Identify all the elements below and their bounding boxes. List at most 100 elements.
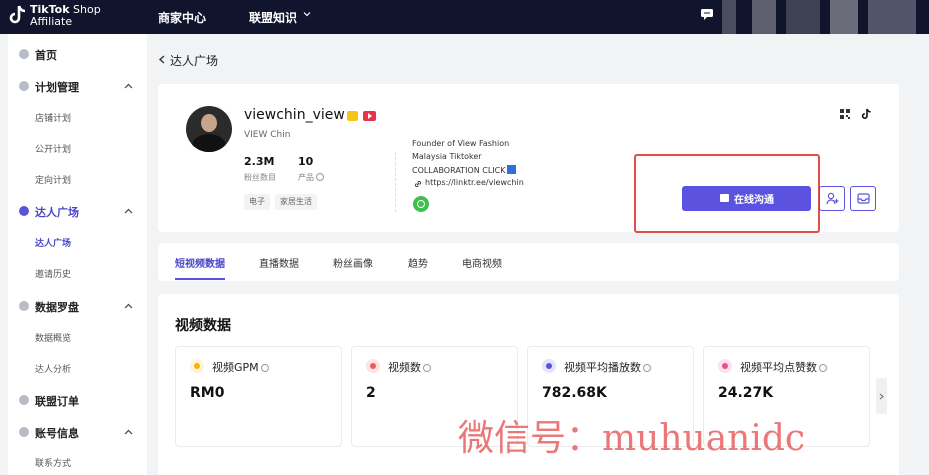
tab-ecommerce-video[interactable]: 电商视频 — [462, 255, 502, 270]
sidebar-item-account-info[interactable]: 账号信息 — [8, 422, 147, 442]
tiktok-icon[interactable] — [861, 108, 872, 120]
video-count-icon — [366, 359, 380, 373]
avatar-head-shape — [201, 114, 217, 132]
help-icon[interactable] — [819, 364, 827, 372]
tab-fan-profile[interactable]: 粉丝画像 — [333, 255, 373, 270]
tab-short-video-data[interactable]: 短视频数据 — [175, 255, 225, 270]
chevron-up-icon[interactable] — [124, 208, 133, 214]
sidebar-item-creator-square[interactable]: 达人广场 — [8, 201, 147, 221]
chevron-up-icon[interactable] — [124, 303, 133, 309]
blurred-user-area — [868, 0, 916, 34]
metric-value: 2 — [366, 385, 376, 401]
metric-label-wrap: 视频GPM — [212, 359, 269, 375]
metric-value: RM0 — [190, 385, 225, 401]
top-nav: TikTok Shop Affiliate 商家中心 联盟知识 — [0, 0, 929, 34]
chevron-down-icon[interactable] — [303, 10, 311, 18]
breadcrumb-label[interactable]: 达人广场 — [170, 52, 218, 69]
sidebar-item-home[interactable]: 首页 — [8, 44, 147, 64]
category-tag: 家居生活 — [275, 194, 317, 210]
divider — [395, 152, 396, 212]
sidebar-sub-store-plan[interactable]: 店铺计划 — [35, 111, 71, 124]
tiktok-shop-affiliate-logo[interactable]: TikTok Shop Affiliate — [8, 3, 108, 29]
live-video-icon — [363, 111, 376, 121]
gpm-icon — [190, 359, 204, 373]
follower-count: 2.3M — [244, 155, 275, 168]
inbox-icon — [857, 193, 870, 204]
sidebar-item-affiliate-orders[interactable]: 联盟订单 — [8, 390, 147, 410]
qr-code-icon[interactable] — [840, 109, 850, 119]
bio-line: Malaysia Tiktoker — [412, 152, 482, 161]
avatar — [186, 106, 232, 152]
metric-label: 视频数 — [388, 361, 421, 374]
nav-affiliate-knowledge[interactable]: 联盟知识 — [249, 9, 297, 26]
whatsapp-icon[interactable] — [413, 196, 429, 212]
chevron-up-icon[interactable] — [124, 429, 133, 435]
metric-label-wrap: 视频平均点赞数 — [740, 359, 827, 375]
nav-seller-center[interactable]: 商家中心 — [158, 9, 206, 26]
sidebar-item-label: 计划管理 — [35, 81, 79, 94]
section-title: 视频数据 — [175, 318, 231, 334]
carousel-next-button[interactable] — [876, 378, 887, 414]
metric-label: 视频平均点赞数 — [740, 361, 817, 374]
blurred-user-area — [752, 0, 776, 34]
sidebar-sub-public-plan[interactable]: 公开计划 — [35, 142, 71, 155]
sidebar-sub-invite-history[interactable]: 邀请历史 — [35, 267, 71, 280]
tiktok-logo-icon — [9, 5, 26, 24]
help-icon[interactable] — [316, 173, 324, 181]
sidebar-sub-creator-analysis[interactable]: 达人分析 — [35, 362, 71, 375]
tab-trend[interactable]: 趋势 — [408, 255, 428, 270]
chevron-right-icon — [879, 393, 884, 400]
chevron-up-icon[interactable] — [124, 83, 133, 89]
blurred-user-area — [722, 0, 736, 34]
online-chat-button[interactable]: 在线沟通 — [682, 186, 811, 211]
tab-live-data[interactable]: 直播数据 — [259, 255, 299, 270]
data-tabs: 短视频数据 直播数据 粉丝画像 趋势 电商视频 — [158, 243, 899, 281]
product-count-label-wrap: 产品 — [298, 172, 324, 183]
avatar-body-shape — [192, 134, 226, 152]
message-icon[interactable] — [701, 9, 713, 20]
product-count-label: 产品 — [298, 173, 314, 182]
add-contact-button[interactable] — [819, 186, 845, 211]
metric-value: 24.27K — [718, 385, 774, 401]
bio-line-wrap: COLLABORATION CLICK — [412, 165, 516, 175]
inbox-button[interactable] — [850, 186, 876, 211]
help-icon[interactable] — [643, 364, 651, 372]
sidebar-sub-creator-square[interactable]: 达人广场 — [35, 236, 71, 249]
metric-icon-dot — [370, 363, 376, 369]
logo-text-shop: Shop — [69, 3, 101, 16]
metric-icon-dot — [546, 363, 552, 369]
online-chat-label: 在线沟通 — [734, 195, 774, 206]
blurred-user-area — [830, 0, 858, 34]
metric-label-wrap: 视频数 — [388, 359, 431, 375]
sidebar-item-data-compass[interactable]: 数据罗盘 — [8, 296, 147, 316]
sidebar-item-label: 联盟订单 — [35, 395, 79, 408]
likes-icon — [718, 359, 732, 373]
sidebar: 首页 计划管理 店铺计划 公开计划 定向计划 达人广场 达人广场 邀请历史 数据… — [8, 34, 147, 475]
watermark-text: 微信号：muhuanidc — [458, 418, 806, 459]
bio-line: Founder of View Fashion — [412, 139, 510, 148]
metric-icon-dot — [194, 363, 200, 369]
sidebar-item-label: 达人广场 — [35, 206, 79, 219]
account-icon — [19, 427, 29, 437]
sidebar-item-label: 数据罗盘 — [35, 301, 79, 314]
sidebar-sub-targeted-plan[interactable]: 定向计划 — [35, 173, 71, 186]
blurred-user-area — [786, 0, 820, 34]
plan-icon — [19, 81, 29, 91]
order-icon — [19, 395, 29, 405]
sidebar-item-plan-management[interactable]: 计划管理 — [8, 76, 147, 96]
chevron-left-icon[interactable] — [158, 55, 166, 64]
sidebar-item-label: 首页 — [35, 49, 57, 62]
metric-label: 视频GPM — [212, 361, 259, 374]
follower-count-label: 粉丝数目 — [244, 173, 276, 182]
views-icon — [542, 359, 556, 373]
profile-link[interactable]: https://linktr.ee/viewchin — [425, 178, 524, 187]
sidebar-sub-contact[interactable]: 联系方式 — [35, 456, 71, 469]
creator-username: viewchin_view — [244, 107, 345, 123]
metric-label: 视频平均播放数 — [564, 361, 641, 374]
metric-value: 782.68K — [542, 385, 607, 401]
help-icon[interactable] — [423, 364, 431, 372]
help-icon[interactable] — [260, 364, 269, 372]
sidebar-sub-data-overview[interactable]: 数据概览 — [35, 331, 71, 344]
creator-nickname: VIEW Chin — [244, 130, 291, 140]
add-user-icon — [826, 192, 839, 205]
